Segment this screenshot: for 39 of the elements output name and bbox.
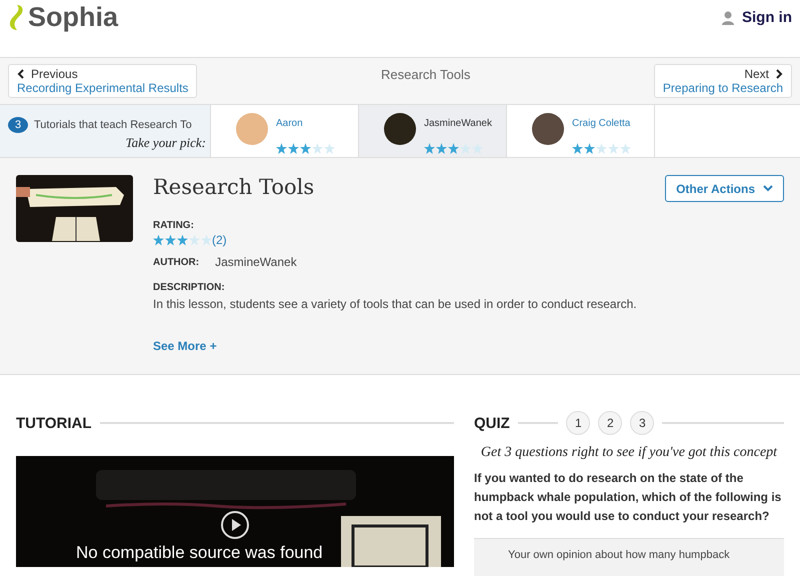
logo[interactable]: Sophia [28,2,118,33]
avatar [236,113,268,145]
author-name: Aaron [276,118,303,129]
lesson-title: Research Tools [380,66,470,82]
person-icon [722,10,734,24]
description-label: DESCRIPTION: [153,282,225,293]
logo-icon [10,5,24,30]
quiz-step[interactable]: 1 [566,411,590,435]
other-actions-button[interactable]: Other Actions [665,175,784,202]
video-error-message: No compatible source was found [76,543,323,563]
section-heading: TUTORIAL [16,414,92,432]
chevron-icon [775,69,783,79]
rating-label: RATING: [153,220,194,231]
chevron-icon [17,69,25,79]
pick-caption: Take your pick: [126,135,206,151]
author-tab[interactable]: JasmineWanek [359,105,507,157]
section-heading: QUIZ [474,414,510,432]
play-icon[interactable] [221,511,249,539]
quiz-question: If you wanted to do research on the state of the humpback whale population, which of the following is not a tool you would use to conduct your research? [474,470,782,525]
rating-count: (2) [212,233,227,247]
answer-option[interactable]: Your own opinion about how many humpback [474,538,784,576]
quiz-step[interactable]: 3 [630,411,654,435]
tutorial-title: Research Tools [153,175,316,199]
previous-button[interactable]: Previous Recording Experimental Results [8,64,198,98]
sign-in-link[interactable]: Sign in [722,9,792,26]
caret-icon [763,185,773,192]
next-button[interactable]: Next Preparing to Research [654,64,792,98]
author-name: JasmineWanek [424,118,492,129]
author-name: JasmineWanek [215,255,297,269]
description-text: In this lesson, students see a variety of tools that can be used in order to conduct research. [153,297,637,311]
quiz-hint: Get 3 questions right to see if you've got this concept [480,445,778,461]
quiz-step[interactable]: 2 [598,411,622,435]
author-label: AUTHOR: [153,256,200,268]
avatar [532,113,564,145]
author-name: Craig Coletta [572,118,630,129]
see-more-link[interactable]: See More + [153,339,217,353]
count-badge: 3 [8,117,28,133]
tutorials-label: Tutorials that teach Research To [34,119,192,131]
avatar [384,113,416,145]
